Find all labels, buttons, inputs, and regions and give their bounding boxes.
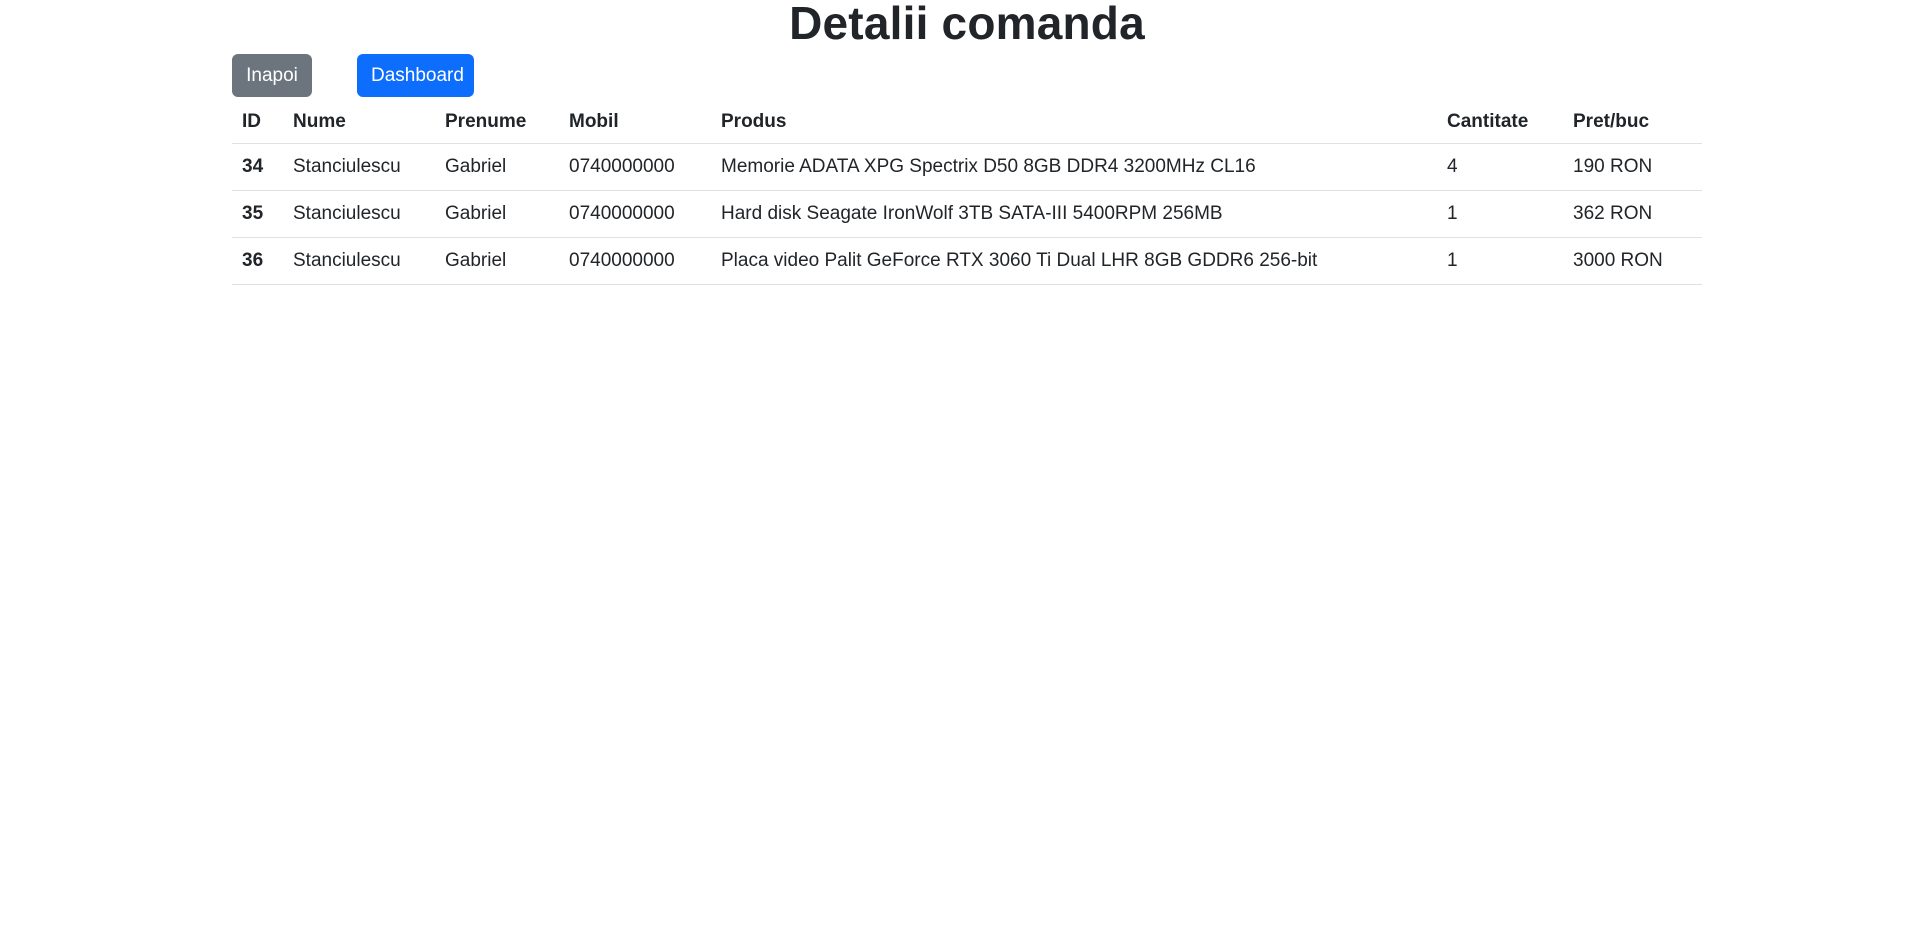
cell-cantitate: 1	[1437, 237, 1563, 285]
cell-mobil: 0740000000	[559, 237, 711, 285]
column-header-cantitate: Cantitate	[1437, 101, 1563, 144]
cell-mobil: 0740000000	[559, 143, 711, 191]
page-title: Detalii comanda	[789, 0, 1145, 49]
page-container: Detalii comanda Inapoi Dashboard ID Nume…	[232, 0, 1702, 285]
dashboard-button[interactable]: Dashboard	[357, 54, 474, 97]
cell-id: 34	[232, 143, 283, 191]
table-row: 34 Stanciulescu Gabriel 0740000000 Memor…	[232, 143, 1702, 191]
cell-prenume: Gabriel	[435, 237, 559, 285]
order-details-table: ID Nume Prenume Mobil Produs Cantitate P…	[232, 101, 1702, 285]
cell-produs: Memorie ADATA XPG Spectrix D50 8GB DDR4 …	[711, 143, 1437, 191]
cell-nume: Stanciulescu	[283, 143, 435, 191]
column-header-id: ID	[232, 101, 283, 144]
column-header-prenume: Prenume	[435, 101, 559, 144]
cell-nume: Stanciulescu	[283, 237, 435, 285]
cell-prenume: Gabriel	[435, 190, 559, 238]
column-header-produs: Produs	[711, 101, 1437, 144]
table-body: 34 Stanciulescu Gabriel 0740000000 Memor…	[232, 143, 1702, 285]
table-row: 36 Stanciulescu Gabriel 0740000000 Placa…	[232, 237, 1702, 285]
cell-id: 35	[232, 190, 283, 238]
back-button[interactable]: Inapoi	[232, 54, 312, 97]
cell-produs: Hard disk Seagate IronWolf 3TB SATA-III …	[711, 190, 1437, 238]
cell-pret: 190 RON	[1563, 143, 1702, 191]
cell-mobil: 0740000000	[559, 190, 711, 238]
column-header-pret: Pret/buc	[1563, 101, 1702, 144]
column-header-nume: Nume	[283, 101, 435, 144]
cell-cantitate: 4	[1437, 143, 1563, 191]
cell-pret: 362 RON	[1563, 190, 1702, 238]
column-header-mobil: Mobil	[559, 101, 711, 144]
table-header: ID Nume Prenume Mobil Produs Cantitate P…	[232, 101, 1702, 144]
cell-nume: Stanciulescu	[283, 190, 435, 238]
cell-id: 36	[232, 237, 283, 285]
table-row: 35 Stanciulescu Gabriel 0740000000 Hard …	[232, 190, 1702, 238]
table-header-row: ID Nume Prenume Mobil Produs Cantitate P…	[232, 101, 1702, 144]
cell-cantitate: 1	[1437, 190, 1563, 238]
cell-pret: 3000 RON	[1563, 237, 1702, 285]
cell-prenume: Gabriel	[435, 143, 559, 191]
cell-produs: Placa video Palit GeForce RTX 3060 Ti Du…	[711, 237, 1437, 285]
